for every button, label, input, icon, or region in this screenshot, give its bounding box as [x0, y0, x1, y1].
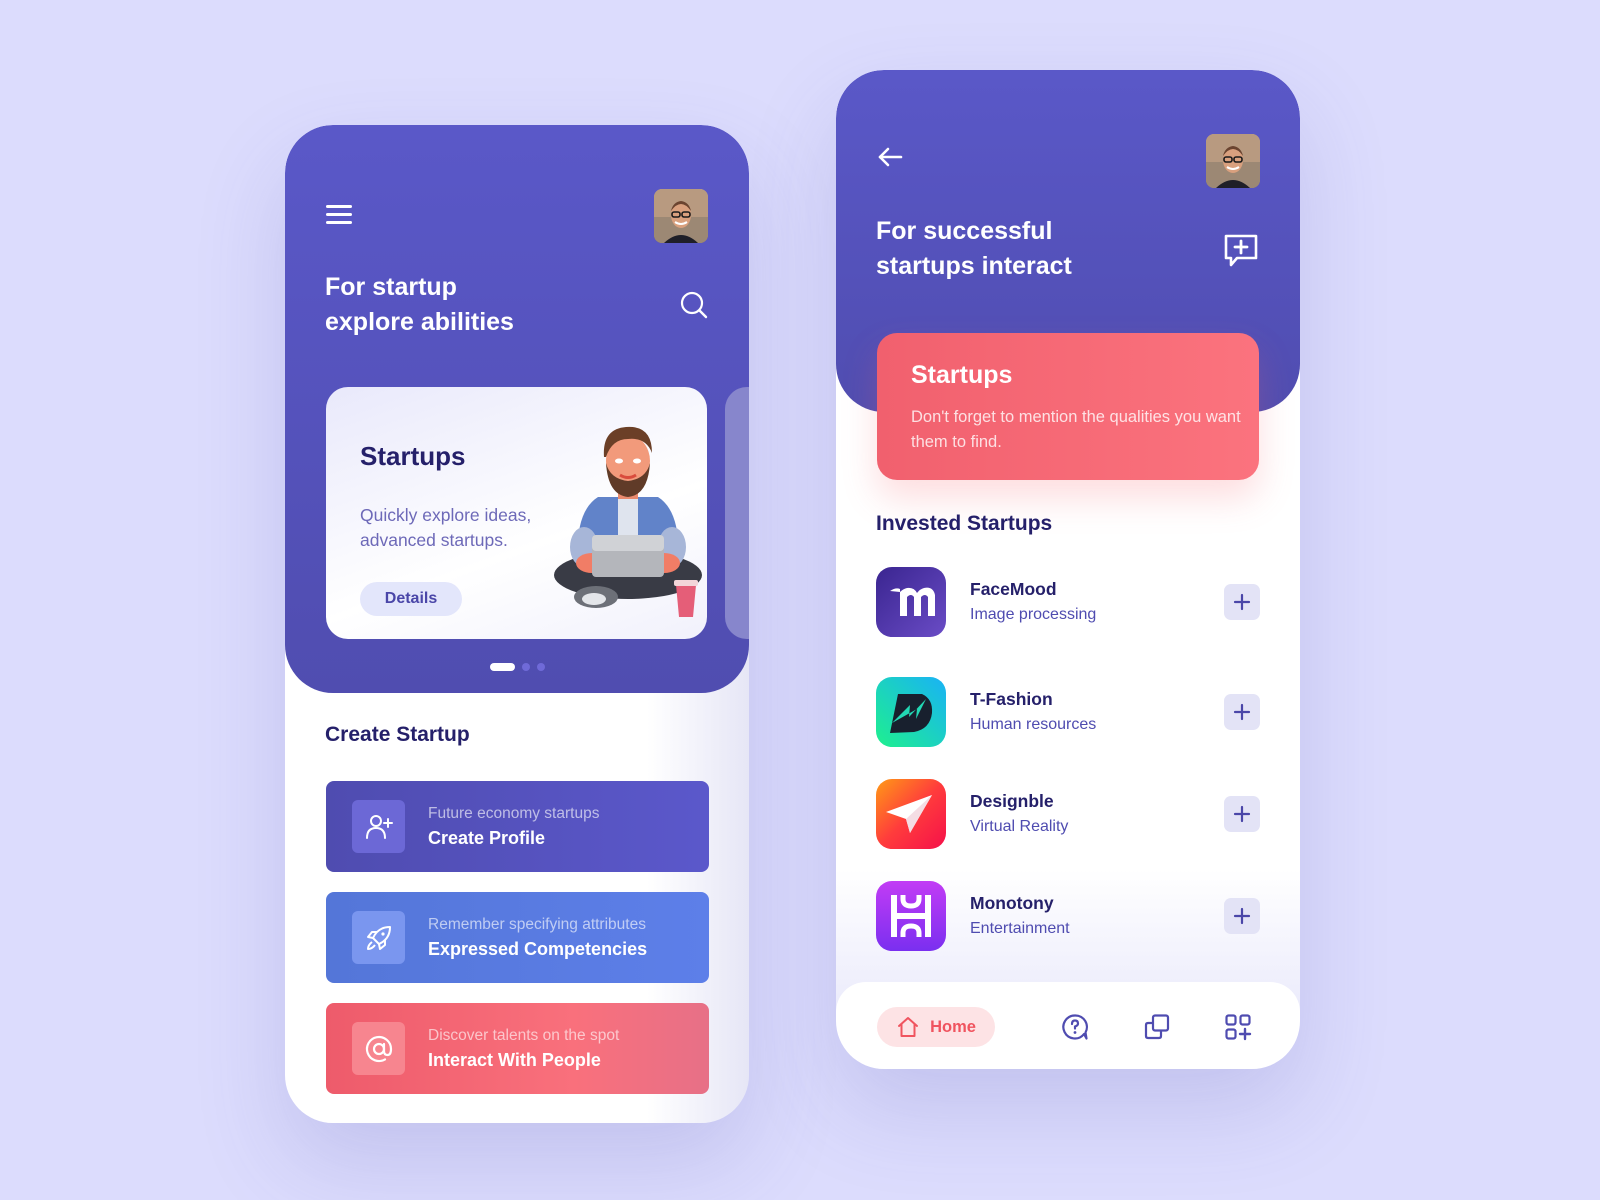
explore-header: For startup explore abilities Startups Q…: [285, 125, 749, 693]
interact-screen: For successful startups interact Startup…: [836, 70, 1300, 1069]
startup-name: T-Fashion: [970, 689, 1053, 709]
rocket-icon: [366, 925, 391, 950]
carousel-pagination: [490, 663, 545, 671]
copy-icon: [1144, 1014, 1170, 1040]
add-startup-button[interactable]: [1224, 796, 1260, 832]
action-subtitle: Future economy startups: [428, 804, 600, 822]
home-icon: [898, 1017, 919, 1037]
user-avatar[interactable]: [654, 189, 708, 243]
menu-icon[interactable]: [326, 205, 352, 227]
explore-screen: For startup explore abilities Startups Q…: [285, 125, 749, 1123]
startup-category: Image processing: [970, 606, 1097, 623]
next-card-preview[interactable]: [725, 387, 749, 639]
bottom-navigation: Home: [836, 982, 1300, 1069]
startup-feature-card[interactable]: Startups Quickly explore ideas, advanced…: [326, 387, 707, 639]
monotony-logo: [876, 881, 946, 951]
designble-logo: [876, 779, 946, 849]
expressed-competencies-card[interactable]: Remember specifying attributes Expressed…: [326, 892, 709, 983]
tfashion-logo: [876, 677, 946, 747]
startup-list-item[interactable]: FaceMood Image processing: [876, 567, 1260, 637]
startup-category: Virtual Reality: [970, 818, 1069, 835]
details-button[interactable]: Details: [360, 582, 462, 616]
card-description: Quickly explore ideas, advanced startups…: [360, 505, 532, 550]
carousel-dot-3[interactable]: [537, 663, 545, 671]
startup-list-item[interactable]: T-Fashion Human resources: [876, 677, 1260, 747]
page-title: For successful startups interact: [876, 217, 1072, 280]
nav-copy-tab[interactable]: [1143, 1013, 1171, 1041]
startup-list-item[interactable]: Designble Virtual Reality: [876, 779, 1260, 849]
arrow-left-icon[interactable]: [876, 145, 904, 169]
startup-name: Designble: [970, 791, 1054, 811]
at-sign-icon: [365, 1035, 392, 1062]
card-title: Startups: [360, 441, 466, 471]
man-with-laptop-illustration: [554, 426, 702, 617]
carousel-dot-2[interactable]: [522, 663, 530, 671]
page-title: For startup explore abilities: [325, 273, 514, 336]
user-avatar[interactable]: [1206, 134, 1260, 188]
interact-with-people-card[interactable]: Discover talents on the spot Interact Wi…: [326, 1003, 709, 1094]
apps-add-icon: [1225, 1014, 1252, 1041]
plus-icon: [1233, 593, 1251, 611]
action-subtitle: Discover talents on the spot: [428, 1026, 620, 1044]
search-icon[interactable]: [679, 290, 709, 320]
add-startup-button[interactable]: [1224, 584, 1260, 620]
action-title: Create Profile: [428, 827, 546, 848]
startups-promo-card[interactable]: Startups Don't forget to mention the qua…: [877, 333, 1259, 480]
startup-list-item[interactable]: Monotony Entertainment: [876, 881, 1260, 951]
carousel-dot-1[interactable]: [490, 663, 515, 671]
action-title: Expressed Competencies: [428, 938, 648, 959]
nav-home-label: Home: [930, 1017, 976, 1036]
nav-help-tab[interactable]: [1061, 1013, 1089, 1041]
user-plus-icon: [365, 814, 393, 839]
plus-icon: [1233, 805, 1251, 823]
action-subtitle: Remember specifying attributes: [428, 915, 646, 933]
create-startup-heading: Create Startup: [325, 723, 470, 746]
plus-icon: [1233, 703, 1251, 721]
promo-description: Don't forget to mention the qualities yo…: [911, 408, 1241, 451]
nav-apps-tab[interactable]: [1224, 1013, 1252, 1041]
facemood-logo: [876, 567, 946, 637]
action-title: Interact With People: [428, 1049, 601, 1070]
message-plus-icon[interactable]: [1223, 233, 1259, 269]
startup-category: Human resources: [970, 716, 1097, 733]
invested-startups-heading: Invested Startups: [876, 512, 1053, 535]
add-startup-button[interactable]: [1224, 694, 1260, 730]
help-chat-icon: [1062, 1014, 1088, 1040]
startup-category: Entertainment: [970, 920, 1070, 937]
create-profile-card[interactable]: Future economy startups Create Profile: [326, 781, 709, 872]
add-startup-button[interactable]: [1224, 898, 1260, 934]
nav-home-tab[interactable]: Home: [877, 1007, 995, 1047]
promo-title: Startups: [911, 361, 1013, 389]
plus-icon: [1233, 907, 1251, 925]
startup-name: FaceMood: [970, 579, 1057, 599]
startup-name: Monotony: [970, 893, 1054, 913]
